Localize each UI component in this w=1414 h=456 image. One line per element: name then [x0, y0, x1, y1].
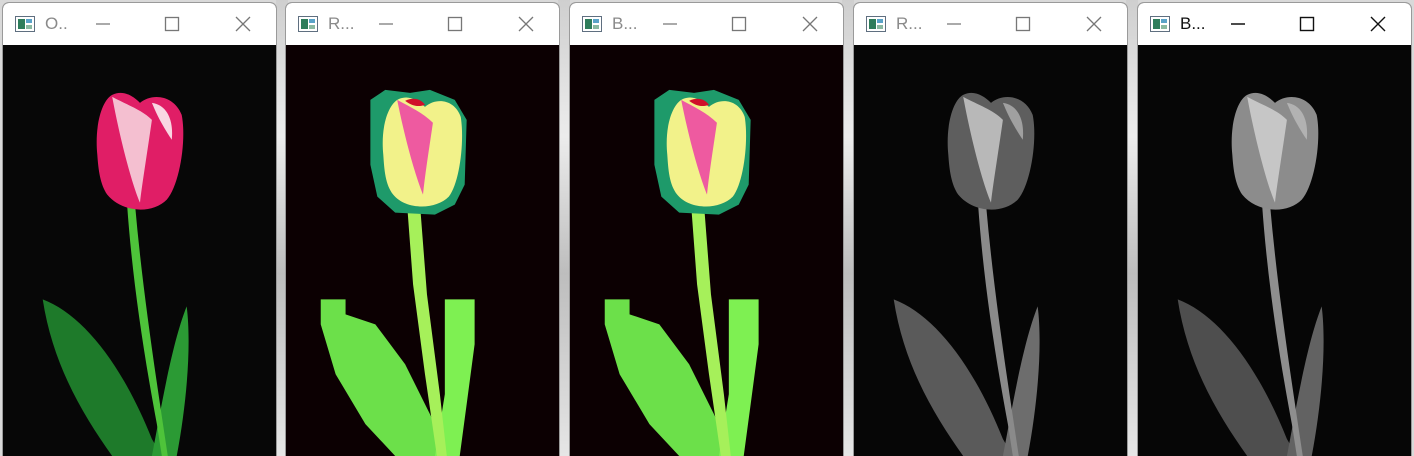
close-icon: [802, 16, 818, 32]
maximize-button[interactable]: [717, 3, 761, 45]
minimize-button[interactable]: [648, 3, 692, 45]
app-icon: [582, 16, 602, 32]
maximize-button[interactable]: [433, 3, 477, 45]
close-icon: [1086, 16, 1102, 32]
image-view: [854, 45, 1127, 456]
close-button[interactable]: [1072, 3, 1116, 45]
tulip-image: [3, 45, 276, 456]
image-window-original[interactable]: O..: [2, 2, 277, 456]
minimize-icon: [379, 23, 393, 25]
maximize-icon: [164, 16, 180, 32]
close-icon: [1370, 16, 1386, 32]
close-button[interactable]: [504, 3, 548, 45]
window-title: O..: [45, 14, 68, 33]
image-window-result-1[interactable]: R...: [285, 2, 560, 456]
window-title: R...: [328, 14, 355, 33]
close-button[interactable]: [788, 3, 832, 45]
minimize-icon: [663, 23, 677, 25]
maximize-icon: [447, 16, 463, 32]
tulip-false-color-image: [286, 45, 559, 456]
close-icon: [518, 16, 534, 32]
maximize-icon: [731, 16, 747, 32]
maximize-button[interactable]: [1001, 3, 1045, 45]
maximize-icon: [1299, 16, 1315, 32]
app-icon: [15, 16, 35, 32]
image-window-result-4[interactable]: B...: [1137, 2, 1412, 456]
minimize-button[interactable]: [364, 3, 408, 45]
maximize-button[interactable]: [150, 3, 194, 45]
minimize-button[interactable]: [81, 3, 125, 45]
image-view: [286, 45, 559, 456]
image-view: [3, 45, 276, 456]
image-window-result-2[interactable]: B...: [569, 2, 844, 456]
window-title: R...: [896, 14, 923, 33]
window-title: B...: [1180, 14, 1206, 33]
tulip-false-color-image: [570, 45, 843, 456]
minimize-icon: [1231, 23, 1245, 25]
image-window-result-3[interactable]: R...: [853, 2, 1128, 456]
close-button[interactable]: [1356, 3, 1400, 45]
tulip-grayscale-image: [854, 45, 1127, 456]
app-icon: [298, 16, 318, 32]
tulip-grayscale-image: [1138, 45, 1411, 456]
app-icon: [1150, 16, 1170, 32]
maximize-icon: [1015, 16, 1031, 32]
maximize-button[interactable]: [1285, 3, 1329, 45]
minimize-button[interactable]: [1216, 3, 1260, 45]
app-icon: [866, 16, 886, 32]
minimize-button[interactable]: [932, 3, 976, 45]
minimize-icon: [96, 23, 110, 25]
window-title: B...: [612, 14, 638, 33]
minimize-icon: [947, 23, 961, 25]
close-button[interactable]: [221, 3, 265, 45]
image-view: [570, 45, 843, 456]
close-icon: [235, 16, 251, 32]
image-view: [1138, 45, 1411, 456]
